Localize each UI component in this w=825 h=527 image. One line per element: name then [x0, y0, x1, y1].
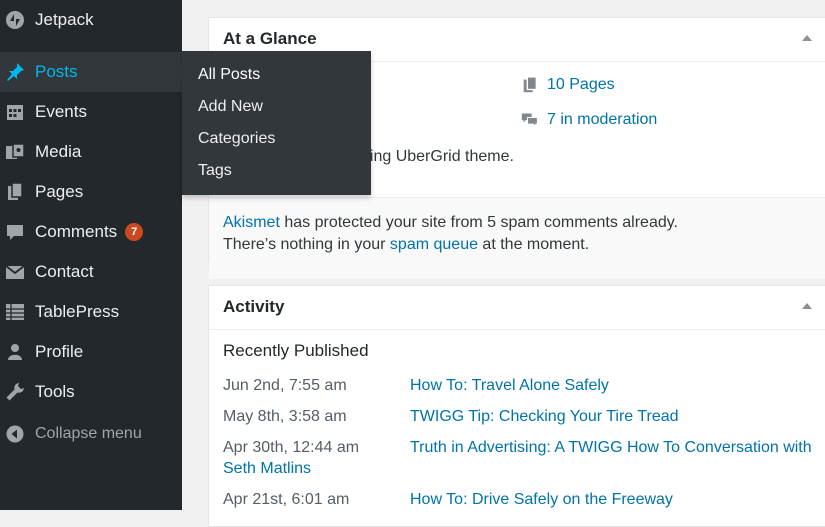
- sidebar-item-label: Posts: [35, 62, 78, 81]
- posts-submenu: All Posts Add New Categories Tags: [182, 51, 371, 195]
- spam-prefix: There’s nothing in your: [223, 236, 390, 253]
- collapse-toggle-icon[interactable]: [802, 35, 812, 41]
- wrench-icon: [4, 381, 26, 403]
- sidebar-item-tools[interactable]: Tools: [0, 372, 182, 412]
- activity-row: Apr 30th, 12:44 am Truth in Advertising:…: [223, 439, 825, 483]
- sidebar-item-pages[interactable]: Pages: [0, 172, 182, 212]
- sidebar-item-posts[interactable]: Posts: [0, 52, 182, 92]
- sidebar-item-label: Profile: [35, 342, 84, 361]
- akismet-footer: Akismet has protected your site from 5 s…: [209, 198, 825, 279]
- post-title-link[interactable]: How To: Drive Safely on the Freeway: [410, 491, 673, 509]
- widget-header: Activity: [209, 286, 825, 330]
- sidebar-item-profile[interactable]: Profile: [0, 332, 182, 372]
- collapse-toggle-icon[interactable]: [802, 303, 812, 309]
- comments-icon: [521, 111, 539, 129]
- pages-count-link[interactable]: 10 Pages: [521, 76, 615, 94]
- submenu-all-posts[interactable]: All Posts: [198, 66, 260, 84]
- theme-info-text: hing UberGrid theme.: [361, 148, 514, 165]
- sidebar-item-label: Events: [35, 102, 87, 121]
- sidebar-item-label: Contact: [35, 262, 94, 281]
- media-icon: [4, 141, 26, 163]
- spam-queue-link[interactable]: spam queue: [390, 236, 478, 253]
- jetpack-icon: [4, 9, 26, 31]
- spam-queue-line: There’s nothing in your spam queue at th…: [223, 236, 589, 254]
- user-icon: [4, 341, 26, 363]
- widget-title: At a Glance: [223, 29, 317, 48]
- sidebar-item-contact[interactable]: Contact: [0, 252, 182, 292]
- moderation-count-text[interactable]: 7 in moderation: [547, 111, 657, 129]
- akismet-link[interactable]: Akismet: [223, 214, 280, 231]
- akismet-text: has protected your site from 5 spam comm…: [279, 214, 678, 231]
- comments-count-badge: 7: [125, 223, 144, 241]
- sidebar-item-jetpack[interactable]: Jetpack: [0, 0, 182, 40]
- spam-suffix: at the moment.: [477, 236, 590, 253]
- sidebar-item-label: Jetpack: [35, 10, 94, 29]
- post-date: Apr 21st, 6:01 am: [223, 491, 350, 508]
- sidebar-item-label: Comments: [35, 222, 118, 241]
- collapse-arrow-icon: [4, 423, 26, 445]
- table-icon: [4, 301, 26, 323]
- sidebar-item-label: Tools: [35, 382, 75, 401]
- calendar-icon: [4, 101, 26, 123]
- pages-icon: [4, 181, 26, 203]
- pages-icon: [521, 76, 539, 94]
- moderation-count-link[interactable]: 7 in moderation: [521, 111, 657, 129]
- pin-icon: [4, 61, 26, 83]
- post-date: Jun 2nd, 7:55 am: [223, 377, 347, 394]
- comment-icon: [4, 221, 26, 243]
- pages-count-text[interactable]: 10 Pages: [547, 76, 615, 94]
- post-title-link-continued[interactable]: Seth Matlins: [223, 460, 311, 478]
- sidebar-item-media[interactable]: Media: [0, 132, 182, 172]
- collapse-menu-label: Collapse menu: [35, 425, 142, 442]
- submenu-categories[interactable]: Categories: [198, 130, 275, 148]
- sidebar-item-comments[interactable]: Comments 7: [0, 212, 182, 252]
- flyout-pointer: [172, 64, 182, 80]
- post-date: Apr 30th, 12:44 am: [223, 439, 360, 456]
- recently-published-heading: Recently Published: [223, 341, 369, 360]
- akismet-line: Akismet has protected your site from 5 s…: [223, 214, 678, 232]
- sidebar-item-tablepress[interactable]: TablePress: [0, 292, 182, 332]
- post-title-link[interactable]: TWIGG Tip: Checking Your Tire Tread: [410, 408, 679, 426]
- sidebar-item-label: Pages: [35, 182, 84, 201]
- envelope-icon: [4, 261, 26, 283]
- widget-title: Activity: [223, 297, 285, 316]
- sidebar-item-label: TablePress: [35, 302, 120, 321]
- sidebar-item-events[interactable]: Events: [0, 92, 182, 132]
- activity-widget: Activity Recently Published Jun 2nd, 7:5…: [208, 285, 825, 527]
- submenu-tags[interactable]: Tags: [198, 162, 232, 180]
- post-title-link[interactable]: Truth in Advertising: A TWIGG How To Con…: [410, 439, 812, 457]
- submenu-add-new[interactable]: Add New: [198, 98, 263, 116]
- sidebar-item-label: Media: [35, 142, 82, 161]
- post-date: May 8th, 3:58 am: [223, 408, 347, 425]
- admin-sidebar: Jetpack Posts Events Media Pages Comment…: [0, 0, 182, 510]
- collapse-menu-button[interactable]: Collapse menu: [0, 414, 182, 454]
- post-title-link[interactable]: How To: Travel Alone Safely: [410, 377, 609, 395]
